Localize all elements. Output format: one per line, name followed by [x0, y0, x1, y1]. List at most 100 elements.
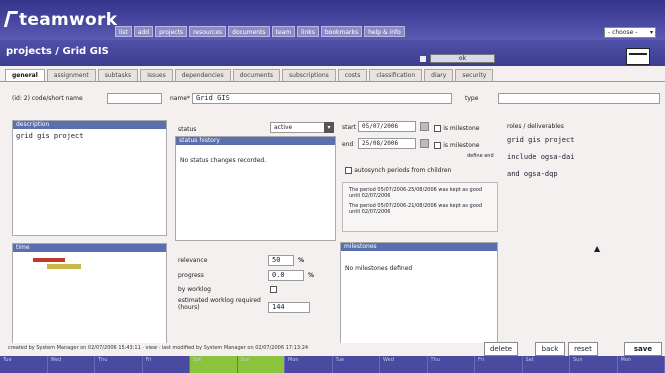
autosynch-row: autosynch periods from children: [345, 166, 451, 174]
tab-subtasks[interactable]: subtasks: [97, 69, 139, 81]
nav-item[interactable]: list: [115, 26, 132, 37]
status-history-text: No status changes recorded.: [180, 157, 267, 164]
calendar-day-cell: Wed: [380, 356, 428, 373]
tab-issues[interactable]: issues: [140, 69, 173, 81]
autosynch-checkbox[interactable]: [345, 166, 352, 174]
status-icon: [420, 56, 426, 62]
start-date-input[interactable]: 05/07/2006: [358, 121, 416, 132]
relevance-input[interactable]: 50: [268, 255, 294, 266]
nav-item[interactable]: resources: [189, 26, 227, 37]
calendar-day-cell: Sat: [523, 356, 570, 373]
calendar-day-cell: Fri: [475, 356, 523, 373]
tab-classification[interactable]: classification: [369, 69, 423, 81]
timeline-panel: time: [12, 243, 167, 345]
calendar-day-cell: Tue: [333, 356, 380, 373]
end-milestone: is milestone: [434, 141, 479, 149]
chevron-down-icon[interactable]: ▾: [324, 122, 334, 133]
start-milestone-checkbox[interactable]: [434, 124, 441, 132]
bottom-bar: Tue Wed Thu Fri Sat Sun Mon Tue Wed Thu Fri Sat Sun M…: [0, 356, 665, 373]
calendar-icon[interactable]: [420, 122, 429, 131]
message-icon[interactable]: [626, 48, 650, 65]
milestones-text: No milestones defined: [345, 265, 413, 272]
calendar-day-cell: Thu: [428, 356, 475, 373]
code-input[interactable]: [107, 93, 162, 104]
nav-item[interactable]: bookmarks: [320, 26, 363, 37]
roles-header: roles / deliverables: [507, 123, 564, 130]
back-button[interactable]: back: [535, 342, 565, 356]
calendar-day-cell: Mon: [618, 356, 665, 373]
name-label: name*: [170, 95, 191, 102]
nav-item[interactable]: team: [271, 26, 296, 37]
tab-dependencies[interactable]: dependencies: [174, 69, 231, 81]
delete-button[interactable]: delete: [484, 342, 518, 356]
by-worklog-label: by worklog: [178, 286, 211, 293]
timeline-header: time: [13, 244, 166, 252]
save-button[interactable]: save: [624, 342, 662, 356]
logo-icon: [3, 11, 19, 27]
calendar-day-cell: Sat: [190, 356, 238, 373]
timeline-bar[interactable]: [33, 258, 65, 262]
tab-costs[interactable]: costs: [337, 69, 368, 81]
end-milestone-checkbox[interactable]: [434, 141, 441, 149]
estimated-input[interactable]: 144: [268, 302, 310, 313]
estimated-label: estimated worklog required (hours): [178, 297, 261, 311]
id-label: (id: 2) code/short name: [12, 95, 83, 102]
roles-panel: roles / deliverables grid gis project in…: [503, 120, 663, 344]
nav-item[interactable]: links: [297, 26, 319, 37]
calendar-day-cell: Mon: [285, 356, 333, 373]
period-note: The period 05/07/2006-25/08/2006 was kep…: [349, 187, 483, 199]
cursor-icon: ▲: [594, 244, 601, 253]
role-item[interactable]: include ogsa-dai: [503, 150, 663, 167]
status-select[interactable]: active: [270, 122, 332, 133]
timeline-bar[interactable]: [47, 264, 81, 269]
type-label: type: [465, 95, 479, 102]
page-title: projects / Grid GIS: [6, 46, 109, 57]
nav-item[interactable]: add: [133, 26, 154, 37]
tab-security[interactable]: security: [455, 69, 494, 81]
nav-item[interactable]: projects: [155, 26, 188, 37]
start-label: start: [342, 124, 356, 131]
progress-input[interactable]: 0.0: [268, 270, 304, 281]
define-end-link[interactable]: define end: [467, 153, 494, 159]
calendar-day-cell: Wed: [48, 356, 95, 373]
period-note: The period 05/07/2006-21/08/2006 was kep…: [349, 203, 483, 215]
calendar-day-cell: Thu: [95, 356, 143, 373]
end-label: end: [342, 141, 354, 148]
main-nav: list add projects resources documents team lin…: [115, 26, 405, 37]
by-worklog-checkbox[interactable]: [270, 286, 277, 293]
reset-button[interactable]: reset: [568, 342, 598, 356]
tab-diary[interactable]: diary: [424, 69, 454, 81]
chooser-select[interactable]: - choose -: [604, 27, 656, 38]
tab-assignment[interactable]: assignment: [46, 69, 96, 81]
calendar-day-cell: Tue: [0, 356, 48, 373]
milestones-header: milestones: [341, 243, 497, 251]
tab-subscriptions[interactable]: subscriptions: [282, 69, 336, 81]
name-input[interactable]: Grid GIS: [192, 93, 452, 104]
progress-unit: %: [308, 272, 315, 279]
calendar-icon[interactable]: [420, 139, 429, 148]
app-logo[interactable]: teamwork: [3, 10, 117, 30]
calendar-day-cell: Sun: [570, 356, 618, 373]
type-input[interactable]: [498, 93, 660, 104]
milestones-panel: milestones No milestones defined: [340, 242, 498, 348]
footer-info: created by System Manager on 02/07/2006 …: [8, 345, 309, 351]
start-milestone: is milestone: [434, 124, 479, 132]
period-notes: The period 05/07/2006-25/08/2006 was kep…: [342, 182, 498, 232]
status-history-panel: status history No status changes recorde…: [175, 136, 336, 241]
status-button[interactable]: ok: [430, 54, 495, 63]
calendar-day-cell: Sun: [237, 356, 285, 373]
progress-label: progress: [178, 272, 204, 279]
tab-divider: [0, 81, 665, 82]
role-item[interactable]: and ogsa-dqp: [503, 167, 663, 184]
role-item[interactable]: grid gis project: [503, 133, 663, 150]
relevance-label: relevance: [178, 257, 208, 264]
description-header: description: [13, 121, 166, 129]
nav-item[interactable]: help & info: [364, 26, 405, 37]
end-date-input[interactable]: 25/08/2006: [358, 138, 416, 149]
tab-general[interactable]: general: [5, 69, 45, 81]
tab-documents[interactable]: documents: [232, 69, 281, 81]
nav-item[interactable]: documents: [228, 26, 270, 37]
status-label: status: [178, 126, 197, 133]
description-text[interactable]: grid gis project: [13, 129, 166, 143]
tab-bar: general assignment subtasks issues dependenc…: [5, 69, 494, 81]
